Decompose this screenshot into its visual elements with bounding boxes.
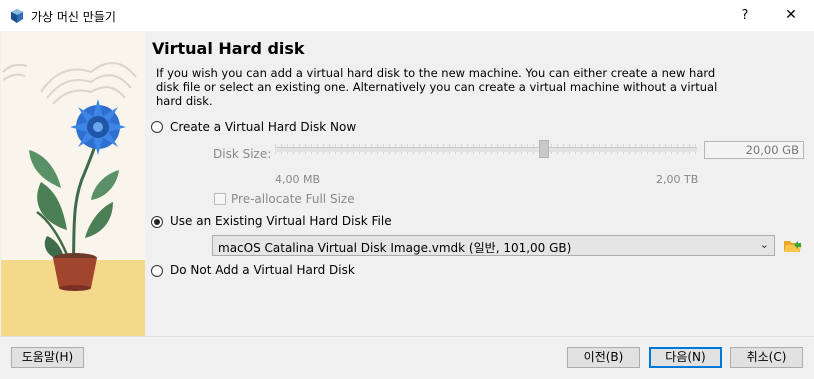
title-bar: 가상 머신 만들기 ? ✕	[0, 0, 814, 31]
existing-disk-label[interactable]: Use an Existing Virtual Hard Disk File	[170, 214, 392, 228]
cancel-button[interactable]: 취소(C)	[730, 347, 803, 368]
wizard-footer: 도움말(H) 이전(B) 다음(N) 취소(C)	[0, 336, 814, 379]
existing-disk-select[interactable]: macOS Catalina Virtual Disk Image.vmdk (…	[212, 235, 775, 256]
close-button[interactable]: ✕	[768, 0, 814, 31]
wizard-illustration	[1, 32, 145, 336]
preallocate-checkbox[interactable]	[214, 193, 226, 205]
help-title-button[interactable]: ?	[730, 0, 760, 31]
create-disk-label[interactable]: Create a Virtual Hard Disk Now	[170, 120, 356, 134]
create-disk-radio[interactable]	[151, 121, 163, 133]
slider-min-label: 4,00 MB	[275, 173, 321, 186]
next-button[interactable]: 다음(N)	[649, 347, 722, 368]
preallocate-label[interactable]: Pre-allocate Full Size	[231, 192, 355, 206]
disk-size-field[interactable]: 20,00 GB	[704, 141, 804, 159]
disk-size-slider[interactable]	[275, 147, 697, 152]
folder-open-icon[interactable]	[783, 236, 803, 256]
no-disk-label[interactable]: Do Not Add a Virtual Hard Disk	[170, 263, 355, 277]
help-button[interactable]: 도움말(H)	[11, 347, 84, 368]
page-title: Virtual Hard disk	[152, 39, 305, 58]
back-button[interactable]: 이전(B)	[567, 347, 640, 368]
existing-disk-radio[interactable]	[151, 216, 163, 228]
wizard-content: Virtual Hard disk If you wish you can ad…	[145, 32, 814, 336]
slider-max-label: 2,00 TB	[656, 173, 699, 186]
chevron-down-icon[interactable]: ⌄	[760, 238, 769, 251]
no-disk-radio[interactable]	[151, 265, 163, 277]
existing-disk-value: macOS Catalina Virtual Disk Image.vmdk (…	[218, 241, 572, 255]
disk-size-slider-handle[interactable]	[539, 140, 549, 158]
page-description: If you wish you can add a virtual hard d…	[156, 66, 718, 108]
virtualbox-icon	[9, 8, 25, 24]
window-title: 가상 머신 만들기	[31, 10, 116, 24]
disk-size-label: Disk Size:	[213, 147, 272, 161]
